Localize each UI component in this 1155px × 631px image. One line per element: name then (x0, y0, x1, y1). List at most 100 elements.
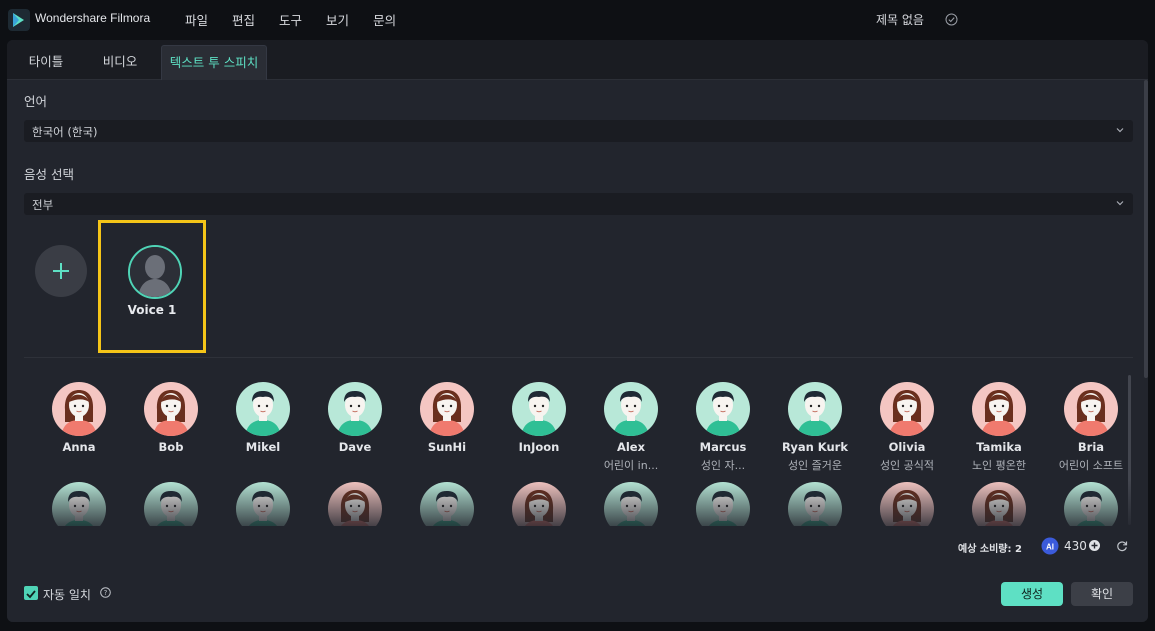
tab-text-to-speech[interactable]: 텍스트 투 스피치 (161, 45, 267, 80)
menu-view[interactable]: 보기 (326, 10, 349, 29)
voice-card[interactable]: Dave (309, 382, 401, 472)
voice-card[interactable]: Bob (125, 382, 217, 472)
menu-help[interactable]: 문의 (373, 10, 396, 29)
voice-grid-scrollbar[interactable] (1128, 375, 1131, 525)
voice-name: Ryan Kurk (781, 440, 848, 454)
silhouette-avatar-icon (128, 245, 182, 299)
voice-name: Dave (338, 440, 372, 454)
male-avatar-icon (604, 482, 658, 528)
voice-filter-select[interactable]: 전부 (24, 193, 1133, 215)
female-avatar-icon (880, 382, 934, 436)
voice-card[interactable]: Alex 어린이 in... (585, 382, 677, 472)
voice-card[interactable] (217, 482, 309, 528)
app-name: Wondershare Filmora (35, 11, 151, 25)
female-avatar-icon (328, 482, 382, 528)
menu-bar: 파일 편집 도구 보기 문의 (185, 10, 420, 29)
voice-card[interactable] (493, 482, 585, 528)
filmora-logo-icon (8, 9, 30, 31)
male-avatar-icon (788, 482, 842, 528)
voice-description: 성인 공식적 (879, 459, 935, 472)
menu-edit[interactable]: 편집 (232, 10, 255, 29)
male-avatar-icon (696, 482, 750, 528)
female-avatar-icon (1064, 382, 1118, 436)
voice-name: Mikel (245, 440, 281, 454)
male-avatar-icon (52, 482, 106, 528)
custom-voice-card[interactable]: Voice 1 (98, 220, 206, 353)
voice-card[interactable]: SunHi (401, 382, 493, 472)
voice-name: InJoon (518, 440, 560, 454)
credit-count: 430 (1064, 539, 1087, 553)
male-avatar-icon (696, 382, 750, 436)
language-select[interactable]: 한국어 (한국) (24, 120, 1133, 142)
add-voice-button[interactable] (35, 245, 87, 297)
voice-name: Bria (1077, 440, 1105, 454)
voice-card[interactable]: Ryan Kurk 성인 즐거운 (769, 382, 861, 472)
menu-file[interactable]: 파일 (185, 10, 208, 29)
voice-name: Alex (616, 440, 646, 454)
voice-card[interactable]: Tamika 노인 평온한 (953, 382, 1045, 472)
voice-card[interactable] (401, 482, 493, 528)
voice-description: 어린이 in... (603, 459, 659, 472)
male-avatar-icon (144, 482, 198, 528)
auto-match-checkbox[interactable] (24, 586, 38, 600)
voice-card[interactable] (1045, 482, 1137, 528)
voice-filter-value: 전부 (32, 198, 54, 212)
voice-description: 성인 즐거운 (787, 459, 843, 472)
add-credit-icon[interactable] (1089, 540, 1100, 551)
male-avatar-icon (236, 482, 290, 528)
voice-card[interactable]: Olivia 성인 공식적 (861, 382, 953, 472)
voice-description: 성인 자... (700, 459, 746, 472)
voice-name: Anna (62, 440, 96, 454)
voice-card[interactable]: Marcus 성인 자... (677, 382, 769, 472)
confirm-button[interactable]: 확인 (1071, 582, 1133, 606)
voice-card[interactable]: Mikel (217, 382, 309, 472)
tab-video[interactable]: 비디오 (85, 45, 155, 80)
female-avatar-icon (512, 482, 566, 528)
check-circle-icon (945, 13, 958, 26)
voice-card[interactable] (33, 482, 125, 528)
menu-tools[interactable]: 도구 (279, 10, 302, 29)
female-avatar-icon (972, 482, 1026, 528)
voice-description: 어린이 소프트 (1058, 459, 1124, 472)
voice-card[interactable] (677, 482, 769, 528)
language-value: 한국어 (한국) (32, 125, 98, 139)
tab-bar: 타이틀 비디오 텍스트 투 스피치 (7, 40, 1148, 80)
female-avatar-icon (420, 382, 474, 436)
voice-card[interactable] (861, 482, 953, 528)
voice-card[interactable] (125, 482, 217, 528)
voice-grid: Anna Bob Mikel Dave SunHi InJoon Alex 어린이 in...… (7, 380, 1148, 528)
project-title: 제목 없음 (876, 13, 924, 27)
female-avatar-icon (972, 382, 1026, 436)
chevron-down-icon (1116, 201, 1124, 206)
voice-card[interactable]: Bria 어린이 소프트 (1045, 382, 1137, 472)
divider (24, 357, 1133, 358)
chevron-down-icon (1116, 128, 1124, 133)
voice-name: Bob (158, 440, 184, 454)
male-avatar-icon (604, 382, 658, 436)
custom-voice-name: Voice 1 (127, 303, 177, 317)
bottom-bar: 예상 소비량: 2 AI 430 자동 일치 ? 생성 확인 (7, 526, 1148, 622)
male-avatar-icon (328, 382, 382, 436)
voice-select-label: 음성 선택 (24, 167, 74, 182)
tab-title[interactable]: 타이틀 (15, 45, 77, 80)
voice-card[interactable] (309, 482, 401, 528)
voice-card[interactable] (953, 482, 1045, 528)
voice-name: SunHi (427, 440, 467, 454)
female-avatar-icon (880, 482, 934, 528)
male-avatar-icon (1064, 482, 1118, 528)
male-avatar-icon (788, 382, 842, 436)
voice-card[interactable] (769, 482, 861, 528)
tts-panel: 타이틀 비디오 텍스트 투 스피치 언어 한국어 (한국) 음성 선택 전부 V… (7, 40, 1148, 622)
generate-button[interactable]: 생성 (1001, 582, 1063, 606)
ai-credit-icon: AI (1041, 537, 1059, 555)
voice-card[interactable] (585, 482, 677, 528)
female-avatar-icon (144, 382, 198, 436)
voice-card[interactable]: InJoon (493, 382, 585, 472)
language-label: 언어 (24, 94, 48, 109)
voice-card[interactable]: Anna (33, 382, 125, 472)
male-avatar-icon (420, 482, 474, 528)
panel-scrollbar[interactable] (1144, 80, 1148, 378)
title-bar: Wondershare Filmora 파일 편집 도구 보기 문의 제목 없음 (0, 0, 1155, 38)
refresh-icon[interactable] (1116, 540, 1128, 552)
help-icon[interactable]: ? (100, 587, 111, 598)
